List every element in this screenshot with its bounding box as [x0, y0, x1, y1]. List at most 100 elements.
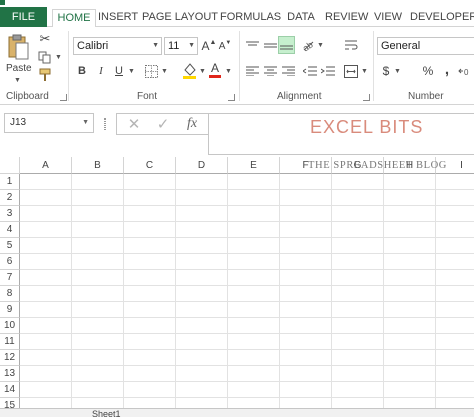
cell[interactable]: [124, 206, 176, 222]
cell[interactable]: [436, 190, 474, 206]
name-box[interactable]: J13 ▼: [4, 113, 94, 133]
cell[interactable]: [20, 174, 72, 190]
cell[interactable]: [176, 254, 228, 270]
cell[interactable]: [332, 286, 384, 302]
paste-dropdown-arrow[interactable]: ▼: [14, 77, 21, 84]
fill-color-dropdown-arrow[interactable]: ▼: [199, 68, 206, 75]
cell[interactable]: [384, 286, 436, 302]
formula-bar-grip-icon[interactable]: [104, 118, 106, 130]
worksheet-grid[interactable]: A B C D E F G H I 1 2 3 4 5 6 7 8 9 10 11 12 13 14 15: [0, 157, 474, 409]
cell[interactable]: [228, 254, 280, 270]
insert-function-icon[interactable]: fx: [177, 114, 207, 134]
cell[interactable]: [124, 254, 176, 270]
column-header-a[interactable]: A: [20, 157, 72, 174]
copy-icon[interactable]: [37, 50, 53, 64]
cell[interactable]: [20, 254, 72, 270]
cell[interactable]: [176, 206, 228, 222]
cell[interactable]: [124, 366, 176, 382]
alignment-dialog-launcher[interactable]: [363, 94, 370, 101]
font-size-dropdown[interactable]: 11 ▼: [164, 37, 198, 55]
cell[interactable]: [384, 190, 436, 206]
cell[interactable]: [20, 318, 72, 334]
cell[interactable]: [228, 302, 280, 318]
decrease-indent-icon[interactable]: [302, 64, 318, 78]
cell[interactable]: [72, 190, 124, 206]
tab-insert[interactable]: INSERT: [98, 9, 138, 27]
cell[interactable]: [20, 302, 72, 318]
increase-decimal-icon[interactable]: 0: [458, 63, 472, 79]
cell[interactable]: [332, 270, 384, 286]
cell[interactable]: [176, 302, 228, 318]
cell[interactable]: [280, 270, 332, 286]
cell[interactable]: [332, 254, 384, 270]
cell[interactable]: [72, 382, 124, 398]
cell[interactable]: [176, 318, 228, 334]
align-bottom-icon[interactable]: [278, 36, 295, 54]
cell[interactable]: [280, 318, 332, 334]
cell[interactable]: [228, 382, 280, 398]
cell[interactable]: [20, 286, 72, 302]
cell[interactable]: [384, 238, 436, 254]
font-dialog-launcher[interactable]: [228, 94, 235, 101]
cell[interactable]: [20, 334, 72, 350]
row-header-7[interactable]: 7: [0, 270, 20, 286]
paste-button-label[interactable]: Paste: [6, 63, 32, 74]
align-left-icon[interactable]: [244, 64, 260, 78]
cell[interactable]: [124, 334, 176, 350]
row-header-12[interactable]: 12: [0, 350, 20, 366]
row-header-5[interactable]: 5: [0, 238, 20, 254]
cell[interactable]: [176, 334, 228, 350]
font-color-dropdown-arrow[interactable]: ▼: [225, 68, 232, 75]
cell[interactable]: [20, 350, 72, 366]
cell[interactable]: [436, 270, 474, 286]
row-header-10[interactable]: 10: [0, 318, 20, 334]
cell[interactable]: [124, 382, 176, 398]
cell[interactable]: [228, 222, 280, 238]
column-header-c[interactable]: C: [124, 157, 176, 174]
cell[interactable]: [72, 222, 124, 238]
tab-page-layout[interactable]: PAGE LAYOUT: [142, 9, 218, 27]
cell[interactable]: [176, 190, 228, 206]
column-header-b[interactable]: B: [72, 157, 124, 174]
cell[interactable]: [124, 318, 176, 334]
cell[interactable]: [332, 206, 384, 222]
enter-icon[interactable]: ✓: [148, 114, 178, 134]
cell[interactable]: [332, 238, 384, 254]
row-header-14[interactable]: 14: [0, 382, 20, 398]
cut-icon[interactable]: ✂: [37, 31, 53, 46]
row-header-13[interactable]: 13: [0, 366, 20, 382]
bold-button[interactable]: B: [75, 63, 89, 79]
tab-developer[interactable]: DEVELOPER: [410, 9, 474, 27]
tab-home[interactable]: HOME: [52, 9, 96, 28]
cell[interactable]: [20, 222, 72, 238]
underline-dropdown-arrow[interactable]: ▼: [128, 68, 135, 75]
borders-dropdown-arrow[interactable]: ▼: [161, 68, 168, 75]
cell[interactable]: [384, 302, 436, 318]
orientation-dropdown-arrow[interactable]: ▼: [317, 42, 324, 49]
row-header-4[interactable]: 4: [0, 222, 20, 238]
cell[interactable]: [384, 318, 436, 334]
cell[interactable]: [20, 366, 72, 382]
cell[interactable]: [72, 174, 124, 190]
underline-button[interactable]: U: [112, 63, 126, 79]
row-header-6[interactable]: 6: [0, 254, 20, 270]
cell[interactable]: [332, 366, 384, 382]
cell[interactable]: [436, 254, 474, 270]
currency-icon[interactable]: $: [380, 63, 392, 79]
cell[interactable]: [436, 238, 474, 254]
cell[interactable]: [436, 302, 474, 318]
cell[interactable]: [384, 350, 436, 366]
cell[interactable]: [72, 254, 124, 270]
cell[interactable]: [384, 254, 436, 270]
cell[interactable]: [280, 254, 332, 270]
cell[interactable]: [20, 190, 72, 206]
cell[interactable]: [176, 366, 228, 382]
cell[interactable]: [20, 206, 72, 222]
cell[interactable]: [436, 222, 474, 238]
cell[interactable]: [176, 238, 228, 254]
column-header-e[interactable]: E: [228, 157, 280, 174]
cell[interactable]: [280, 190, 332, 206]
cell[interactable]: [228, 190, 280, 206]
orientation-icon[interactable]: ab: [300, 37, 316, 53]
cell[interactable]: [124, 350, 176, 366]
